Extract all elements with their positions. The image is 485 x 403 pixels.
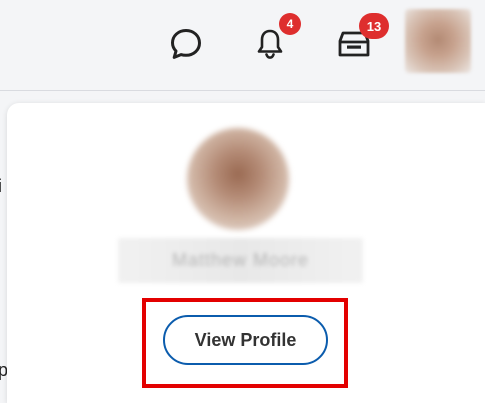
view-profile-button[interactable]: View Profile <box>163 315 328 365</box>
header-avatar[interactable] <box>405 9 471 73</box>
chat-bubble-icon <box>171 29 201 59</box>
bell-icon <box>257 29 283 59</box>
profile-name: Matthew Moore <box>118 238 363 283</box>
top-header: 4 13 <box>0 0 485 91</box>
profile-avatar <box>187 128 289 230</box>
chat-button[interactable] <box>164 22 208 66</box>
truncated-side-text: i <box>0 176 2 197</box>
notifications-count-badge: 4 <box>279 13 301 35</box>
inbox-count-badge: 13 <box>359 13 389 39</box>
